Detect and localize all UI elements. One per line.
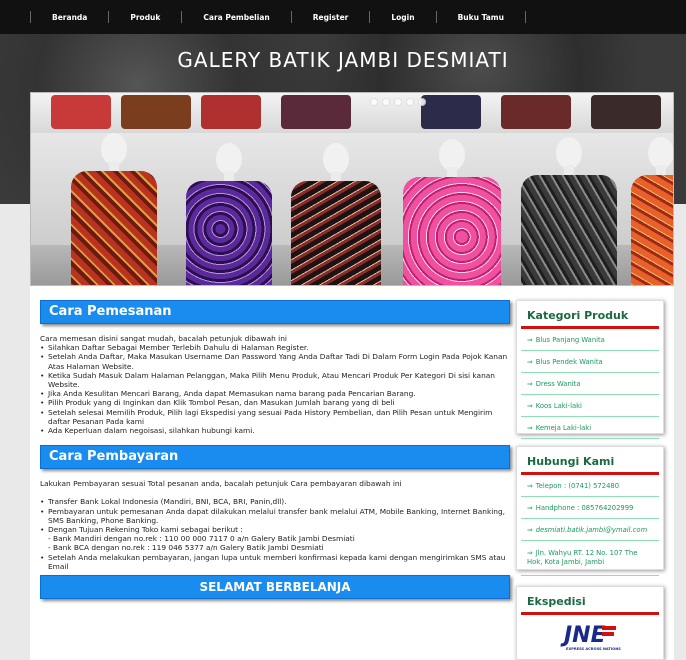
mannequin-purple-batik (186, 143, 272, 285)
sidebar-kategori: Kategori Produk ⇒ Blus Panjang Wanita ⇒ Bl… (516, 300, 664, 439)
closing-banner: SELAMAT BERBELANJA (40, 575, 510, 600)
list-item: Silahkan Daftar Sebagai Member Terlebih … (40, 343, 510, 352)
list-item: Setelah Anda Daftar, Maka Masukan Userna… (40, 352, 510, 370)
sidebar-item-kemeja[interactable]: ⇒ Kemeja Laki-laki (521, 417, 659, 439)
pembayaran-steps: Transfer Bank Lokal Indonesia (Mandiri, … (40, 497, 510, 534)
list-item: Pembayaran untuk pemesanan Anda dapat di… (40, 507, 510, 525)
sidebar-item-koos[interactable]: ⇒ Koos Laki-laki (521, 395, 659, 417)
pemesanan-intro: Cara memesan disini sangat mudah, bacala… (40, 334, 287, 343)
nav-beranda[interactable]: Beranda (31, 13, 108, 22)
list-item: Ketika Sudah Masuk Dalam Halaman Pelangg… (40, 371, 510, 389)
sidebar-hubungi: Hubungi Kami ⇒ Telepon : (0741) 572480 ⇒ H… (516, 446, 664, 576)
arrow-icon: ⇒ (527, 336, 533, 344)
bank-bca-account: - Bank BCA dengan no.rek : 119 046 5377 … (48, 543, 324, 553)
site-title: GALERY BATIK JAMBI DESMIATI (177, 48, 509, 72)
list-item: Pilih Produk yang di Inginkan dan Klik T… (40, 398, 510, 407)
arrow-icon: ⇒ (527, 424, 533, 432)
list-item: Ada Keperluan dalam negoisasi, silahkan … (40, 426, 510, 435)
jne-logo-text: JNE (560, 623, 606, 648)
nav-register[interactable]: Register (292, 13, 370, 22)
list-item: Transfer Bank Lokal Indonesia (Mandiri, … (40, 497, 510, 506)
pemesanan-steps: Silahkan Daftar Sebagai Member Terlebih … (40, 343, 510, 435)
slider-pagination (370, 98, 426, 106)
slider-dot[interactable] (394, 98, 402, 106)
arrow-icon: ⇒ (527, 549, 533, 557)
bank-mandiri-account: - Bank Mandiri dengan no.rek : 110 00 00… (48, 534, 355, 544)
arrow-icon: ⇒ (527, 482, 533, 490)
arrow-icon: ⇒ (527, 380, 533, 388)
pembayaran-steps-confirm: Setelah Anda melakukan pembayaran, janga… (40, 553, 510, 571)
sidebar-ekspedisi-title: Ekspedisi (521, 587, 659, 615)
mannequin-orange-batik (631, 137, 673, 285)
slider-dot[interactable] (382, 98, 390, 106)
sidebar-kategori-title: Kategori Produk (521, 301, 659, 329)
slider-clothing-rack (31, 93, 673, 133)
pembayaran-intro: Lakukan Pembayaran sesuai Total pesanan … (40, 479, 402, 489)
slider-dot[interactable] (418, 98, 426, 106)
contact-address: ⇒ Jln. Wahyu RT. 12 No. 107 The Hok, Kota… (521, 541, 659, 576)
arrow-icon: ⇒ (527, 526, 533, 534)
arrow-icon: ⇒ (527, 402, 533, 410)
sidebar-item-dress[interactable]: ⇒ Dress Wanita (521, 373, 659, 395)
list-item: Dengan Tujuan Rekening Toko kami sebagai… (40, 525, 510, 534)
contact-telepon: ⇒ Telepon : (0741) 572480 (521, 475, 659, 497)
nav-login[interactable]: Login (370, 13, 435, 22)
nav-buku-tamu[interactable]: Buku Tamu (437, 13, 525, 22)
jne-logo-tagline: EXPRESS ACROSS NATIONS (566, 647, 621, 651)
main-column: Cara Pemesanan Cara memesan disini sanga… (40, 300, 510, 600)
nav-divider (524, 11, 526, 23)
arrow-icon: ⇒ (527, 504, 533, 512)
top-nav: Beranda Produk Cara Pembelian Register L… (0, 0, 686, 34)
sidebar-item-blus-pendek[interactable]: ⇒ Blus Pendek Wanita (521, 351, 659, 373)
sidebar-item-blus-panjang[interactable]: ⇒ Blus Panjang Wanita (521, 329, 659, 351)
product-slider[interactable] (30, 92, 674, 286)
arrow-icon: ⇒ (527, 358, 533, 366)
mannequin-pink-batik (403, 139, 501, 285)
mannequin-grey-batik (521, 137, 617, 285)
contact-email[interactable]: ⇒ desmiati.batik.jambi@ymail.com (521, 519, 659, 541)
nav-produk[interactable]: Produk (109, 13, 181, 22)
slider-dot[interactable] (406, 98, 414, 106)
mannequin-black-batik (291, 143, 381, 285)
slider-dot[interactable] (370, 98, 378, 106)
page: Beranda Produk Cara Pembelian Register L… (0, 0, 686, 660)
list-item: Setelah Anda melakukan pembayaran, janga… (40, 553, 510, 571)
list-item: Jika Anda Kesulitan Mencari Barang, Anda… (40, 389, 510, 398)
jne-logo[interactable]: JNE EXPRESS ACROSS NATIONS (560, 618, 622, 652)
sidebar-hubungi-title: Hubungi Kami (521, 447, 659, 475)
section-heading-pemesanan: Cara Pemesanan (40, 300, 510, 324)
contact-handphone: ⇒ Handphone : 085764202999 (521, 497, 659, 519)
list-item: Setelah selesai Memilih Produk, Pilih la… (40, 408, 510, 426)
section-heading-pembayaran: Cara Pembayaran (40, 445, 510, 470)
mannequin-red-batik (71, 133, 157, 285)
nav-cara-pembelian[interactable]: Cara Pembelian (182, 13, 290, 22)
